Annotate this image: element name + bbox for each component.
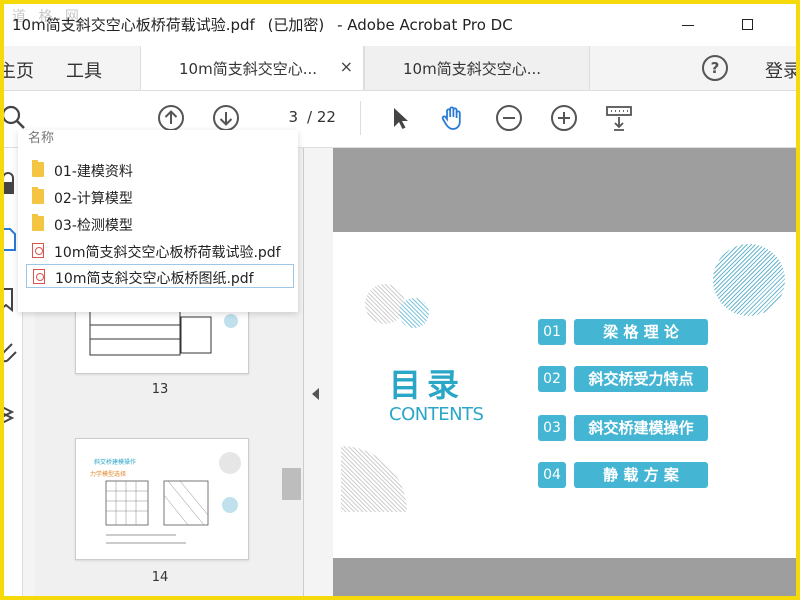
toc-number: 02 [538,366,566,392]
thumbnail-label: 13 [151,382,169,397]
select-cursor-icon[interactable] [386,103,416,133]
folder-icon [32,187,44,204]
next-page-icon[interactable] [211,103,241,133]
page-total: / 22 [307,108,336,126]
zoom-out-icon[interactable] [494,103,524,133]
file-name: 03-检测模型 [54,218,133,234]
tab-bar: 主页 工具 10m简支斜交空心... × 10m简支斜交空心... [0,46,800,91]
list-item[interactable]: 10m简支斜交空心板桥荷载试验.pdf [26,239,294,263]
page-number-input[interactable]: 3 [268,108,298,126]
file-name: 10m简支斜交空心板桥图纸.pdf [55,271,254,287]
tab-label: 10m简支斜交空心... [179,60,318,78]
page-subtitle: CONTENTS [389,404,484,425]
tab-document-2[interactable]: 10m简支斜交空心... [364,46,590,90]
title-app: - Adobe Acrobat Pro DC [337,16,513,34]
file-name: 01-建模资料 [54,164,133,180]
file-name: 10m简支斜交空心板桥荷载试验.pdf [54,245,281,261]
layers-icon[interactable] [0,400,22,428]
toc-item: 静 载 方 案 [574,462,708,488]
popup-column-header: 名称 [28,131,55,146]
toc-item: 斜交桥建模操作 [574,415,708,441]
page-display-icon[interactable] [604,103,634,133]
maximize-button[interactable] [734,8,764,38]
toc-number: 03 [538,415,566,441]
page-title: 目录 [389,366,466,404]
pdf-file-icon [32,243,44,258]
zoom-in-icon[interactable] [549,103,579,133]
login-link[interactable]: 登录 [765,57,800,83]
file-list-popup: 名称 01-建模资料 02-计算模型 03-检测模型 10m简支斜交空心板桥荷载… [18,130,298,312]
toolbar-divider [360,101,361,135]
pdf-file-icon [33,269,45,284]
decorative-circle [399,298,429,328]
decorative-circle [713,244,785,316]
list-item[interactable]: 03-检测模型 [26,212,294,236]
help-icon[interactable]: ? [702,55,728,81]
file-name: 02-计算模型 [54,191,133,207]
folder-icon [32,214,44,231]
attachment-icon[interactable] [0,340,22,368]
list-item-selected[interactable]: 10m简支斜交空心板桥图纸.pdf [26,264,294,288]
nav-tools[interactable]: 工具 [66,57,102,83]
scrollbar-thumb[interactable] [282,468,301,500]
window-title: 10m简支斜交空心板桥荷载试验.pdf (已加密) - Adobe Acroba… [12,14,521,35]
minimize-button[interactable] [674,8,704,38]
toc-item: 斜交桥受力特点 [574,366,708,392]
title-bar: 道 格 网 10m简支斜交空心板桥荷载试验.pdf (已加密) - Adobe … [0,0,800,46]
thumbnail-page-14[interactable]: 斜交桥建模操作 力学模型选择 [75,438,249,560]
toc-item: 梁 格 理 论 [574,319,708,345]
close-icon[interactable]: × [340,57,353,76]
folder-icon [32,160,44,177]
tab-document-1[interactable]: 10m简支斜交空心... × [140,46,364,90]
toc-number: 01 [538,319,566,345]
list-item[interactable]: 02-计算模型 [26,185,294,209]
title-filename: 10m简支斜交空心板桥荷载试验.pdf [12,16,255,34]
decorative-quarter-circle [341,446,407,512]
search-icon[interactable] [0,103,30,133]
nav-home[interactable]: 主页 [0,57,34,83]
thumbnail-label: 14 [151,570,169,585]
tab-label: 10m简支斜交空心... [403,60,542,78]
list-item[interactable]: 01-建模资料 [26,158,294,182]
title-encrypted: (已加密) [267,16,325,34]
toc-number: 04 [538,462,566,488]
document-gutter [333,558,800,600]
previous-page-icon[interactable] [156,103,186,133]
pdf-page: 目录 CONTENTS 01 梁 格 理 论 02 斜交桥受力特点 03 斜交桥… [333,232,800,558]
collapse-pane-icon[interactable] [312,388,319,400]
thumbnail-diagram [105,452,241,544]
hand-tool-icon[interactable] [438,103,468,133]
